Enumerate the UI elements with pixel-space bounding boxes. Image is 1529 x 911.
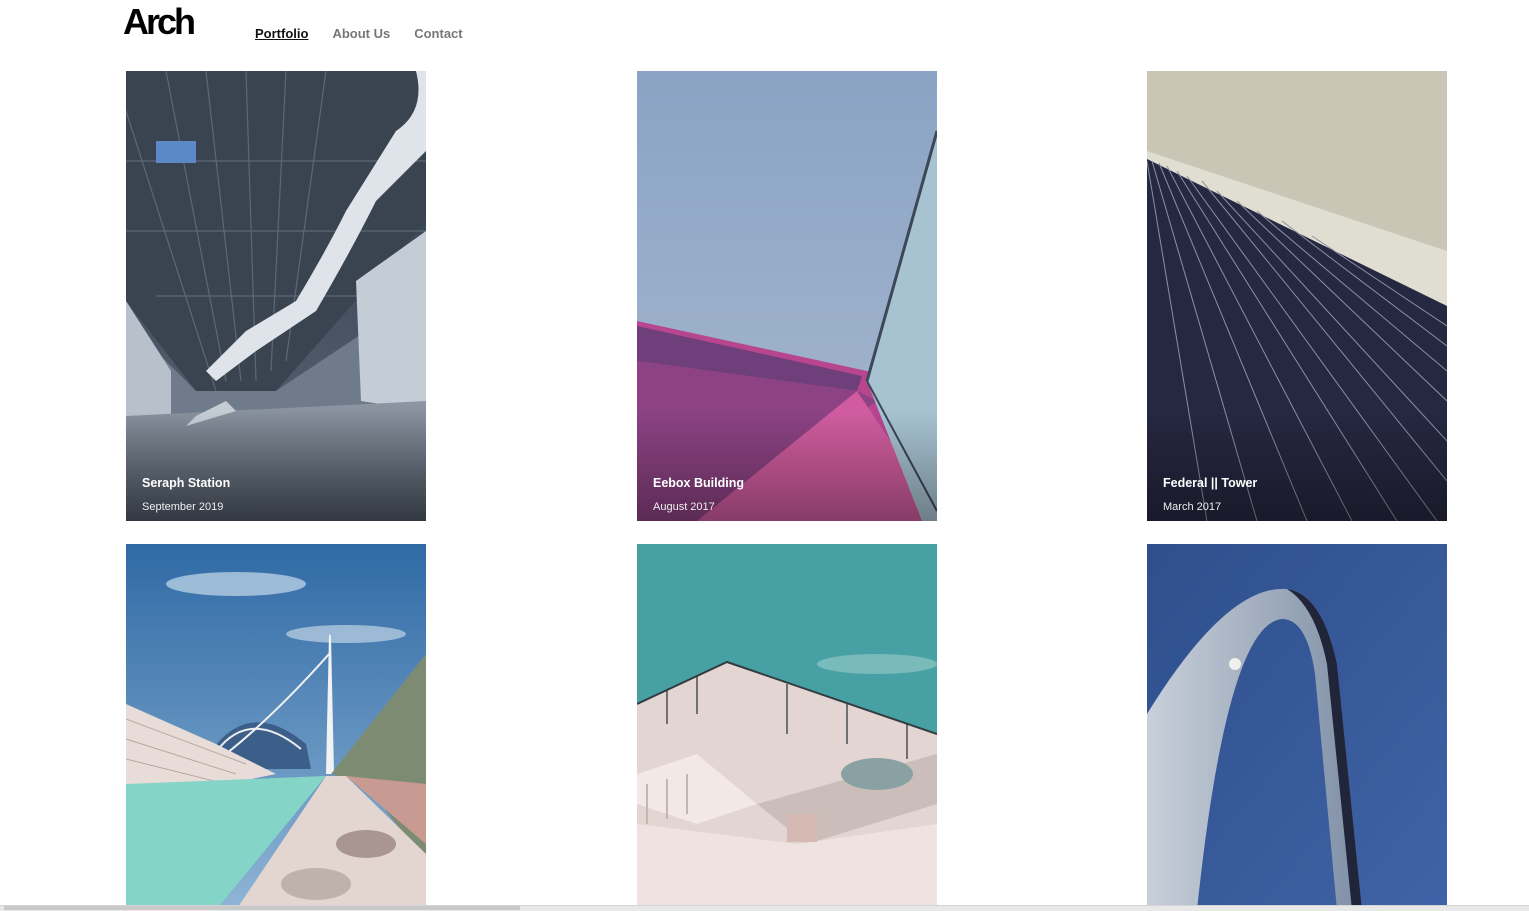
project-image-arch (1147, 544, 1447, 910)
main-nav: Portfolio About Us Contact (255, 26, 463, 42)
project-date: September 2019 (142, 501, 224, 513)
project-card-6[interactable] (1147, 544, 1447, 910)
project-card-seraph-station[interactable]: Seraph Station September 2019 (126, 71, 426, 521)
project-date: March 2017 (1163, 501, 1222, 513)
project-card-federal-tower[interactable]: Federal || Tower March 2017 (1147, 71, 1447, 521)
nav-link-about-us[interactable]: About Us (332, 26, 390, 42)
project-image-arts-complex (126, 544, 426, 910)
nav-link-portfolio[interactable]: Portfolio (255, 26, 308, 42)
project-title: Seraph Station (142, 476, 231, 490)
project-card-5[interactable] (637, 544, 937, 910)
project-image-white-building (637, 544, 937, 910)
project-card-eebox-building[interactable]: Eebox Building August 2017 (637, 71, 937, 521)
logo[interactable]: Arch (123, 2, 196, 42)
project-title: Federal || Tower (1163, 476, 1258, 490)
project-date: August 2017 (653, 501, 715, 513)
scrollbar-thumb[interactable] (4, 906, 520, 910)
project-card-4[interactable] (126, 544, 426, 910)
nav-link-contact[interactable]: Contact (414, 26, 462, 42)
project-title: Eebox Building (653, 476, 744, 490)
horizontal-scrollbar[interactable] (0, 905, 1529, 911)
